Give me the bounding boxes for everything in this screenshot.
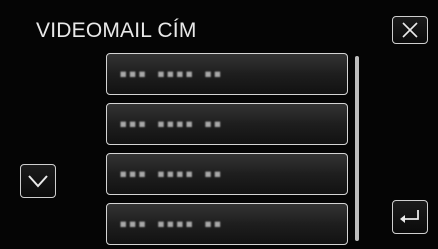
page-title: VIDEOMAIL CÍM (36, 19, 197, 42)
screen: VIDEOMAIL CÍM ▪▪▪ ▪▪▪▪ ▪▪ ▪▪▪ ▪▪▪▪ ▪▪ ▪▪… (0, 0, 438, 249)
address-label: ▪▪▪ ▪▪▪▪ ▪▪ (119, 216, 223, 232)
close-icon (402, 22, 418, 38)
list-item[interactable]: ▪▪▪ ▪▪▪▪ ▪▪ (106, 153, 348, 195)
list-item[interactable]: ▪▪▪ ▪▪▪▪ ▪▪ (106, 53, 348, 95)
list-item[interactable]: ▪▪▪ ▪▪▪▪ ▪▪ (106, 103, 348, 145)
back-button[interactable] (392, 200, 428, 234)
scroll-down-button[interactable] (20, 164, 56, 198)
address-label: ▪▪▪ ▪▪▪▪ ▪▪ (119, 116, 223, 132)
scrollbar[interactable] (355, 56, 359, 241)
address-label: ▪▪▪ ▪▪▪▪ ▪▪ (119, 66, 223, 82)
chevron-down-icon (28, 175, 48, 188)
address-label: ▪▪▪ ▪▪▪▪ ▪▪ (119, 166, 223, 182)
return-icon (400, 210, 419, 223)
close-button[interactable] (392, 16, 428, 44)
list-item[interactable]: ▪▪▪ ▪▪▪▪ ▪▪ (106, 203, 348, 245)
